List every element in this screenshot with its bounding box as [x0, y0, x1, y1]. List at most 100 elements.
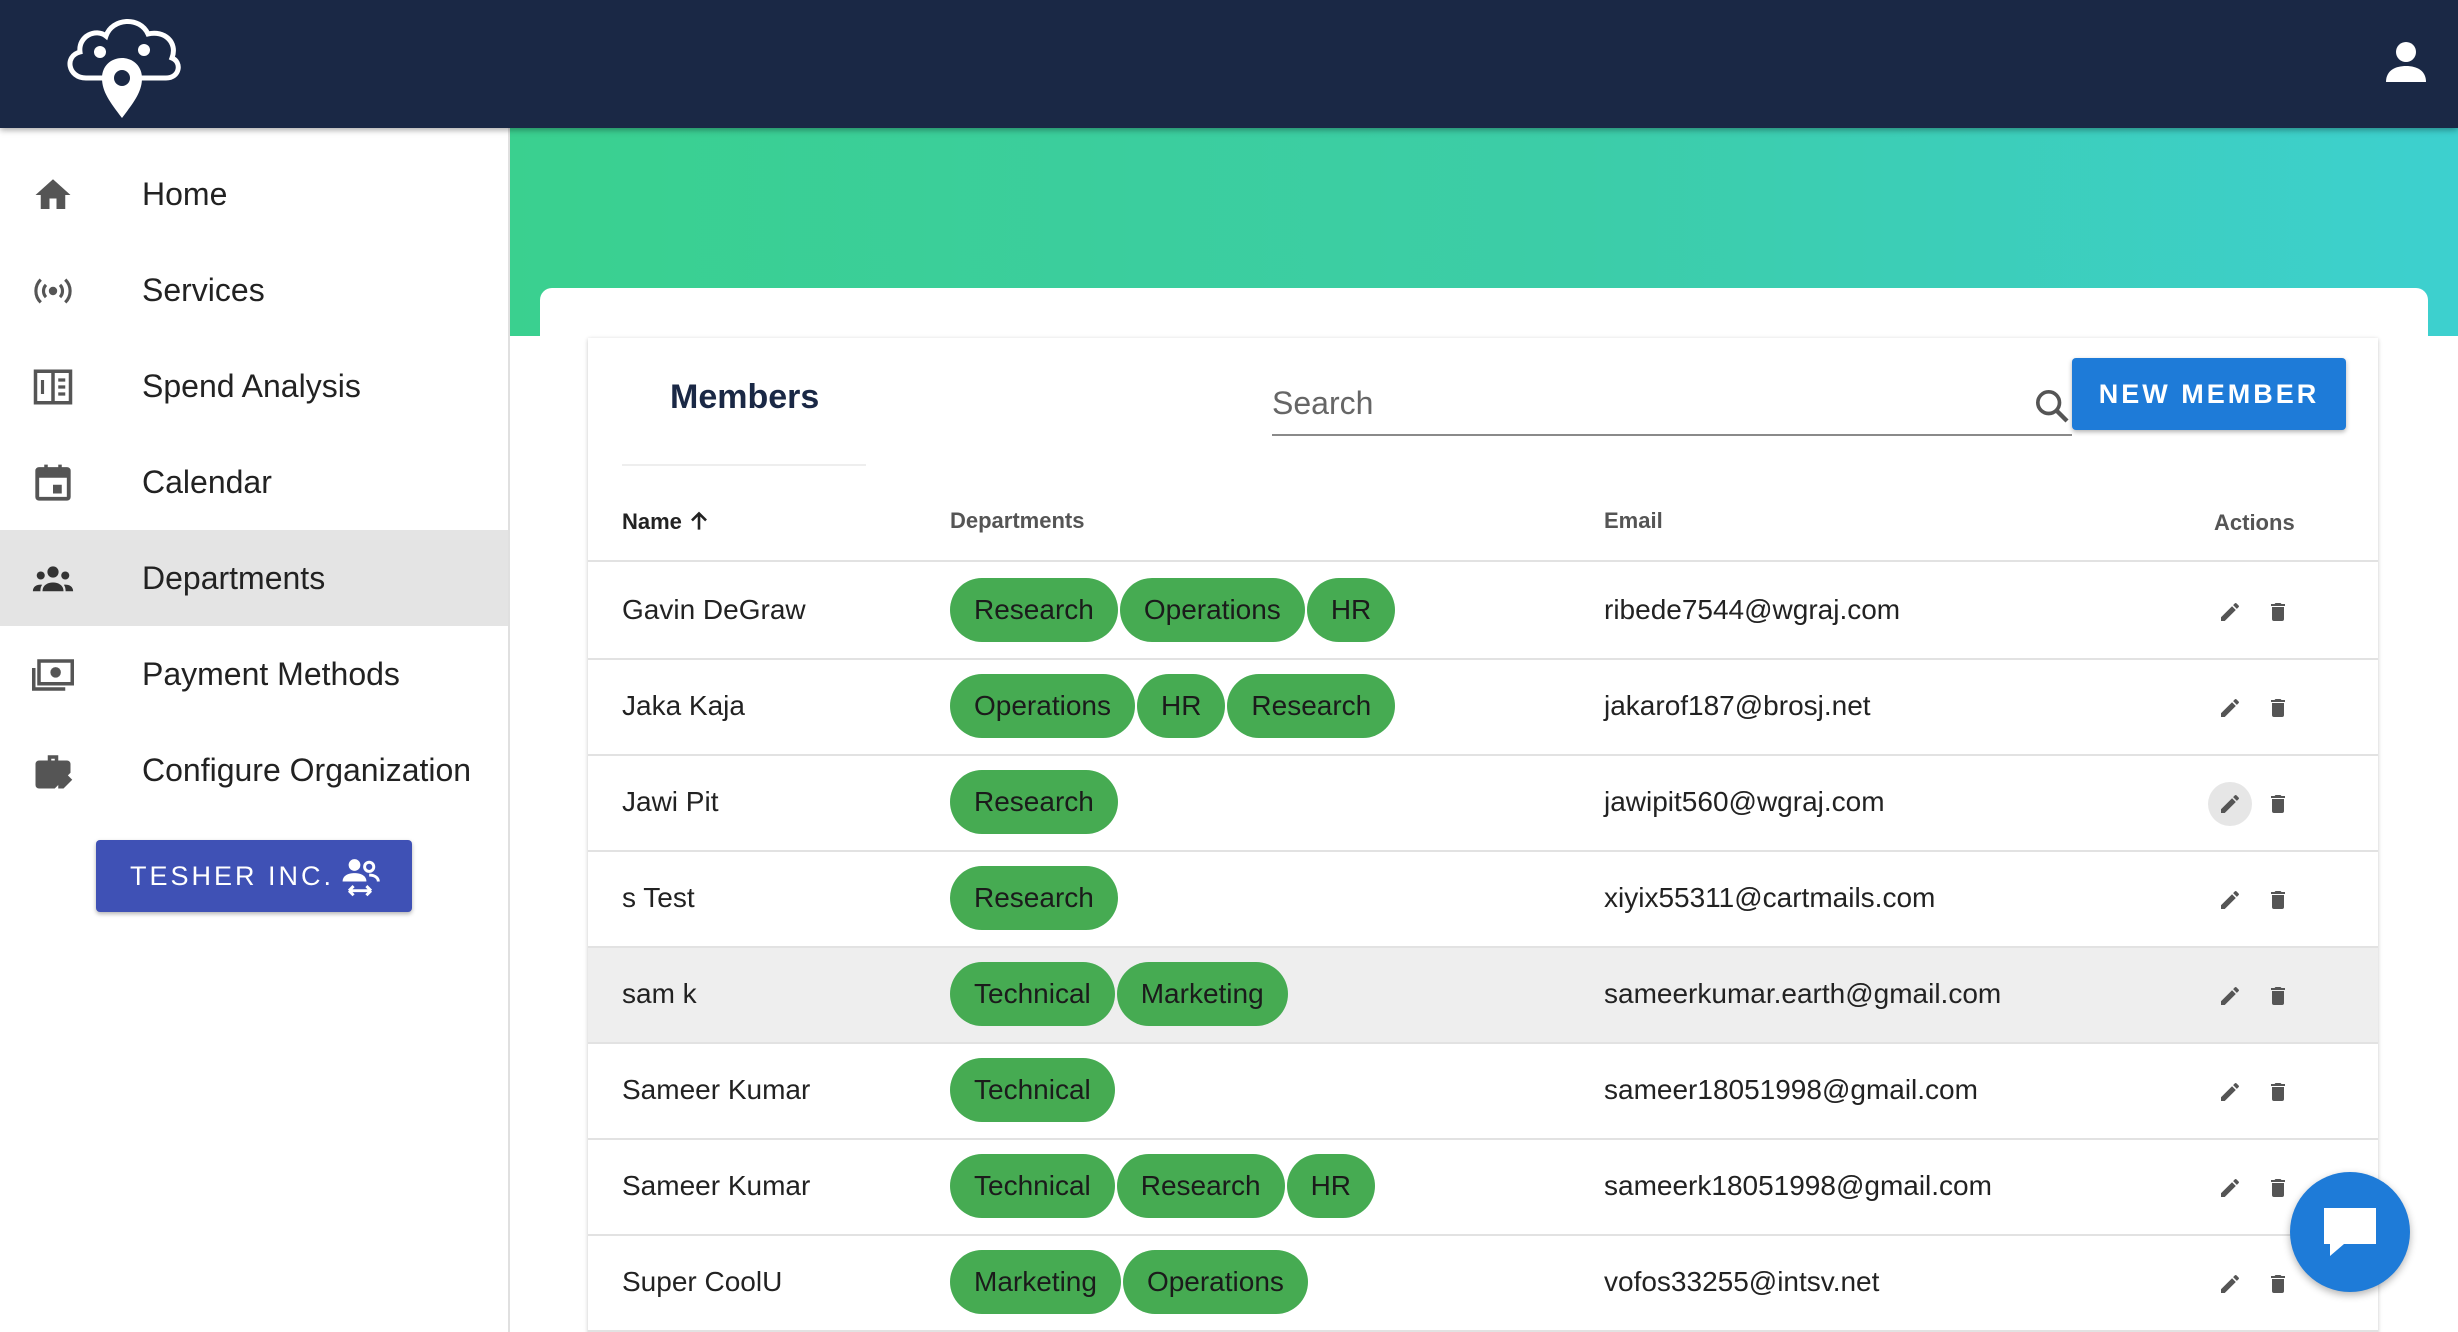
edit-icon[interactable] [2208, 782, 2252, 826]
column-header-departments[interactable]: Departments [950, 508, 1084, 534]
member-email: sameerkumar.earth@gmail.com [1604, 978, 2002, 1009]
cloud-location-logo[interactable] [58, 6, 186, 122]
department-chip: HR [1136, 674, 1226, 738]
department-chip: Operations [1122, 1250, 1308, 1314]
member-email: sameerk18051998@gmail.com [1604, 1170, 1992, 1201]
member-name: s Test [622, 882, 695, 913]
department-chips: Research Operations HR [950, 578, 1397, 642]
department-chip: Research [1116, 1154, 1285, 1218]
sidebar-item-services[interactable]: Services [0, 242, 508, 338]
member-name: sam k [622, 978, 697, 1009]
department-chip: Technical [950, 1154, 1115, 1218]
member-email: jawipit560@wgraj.com [1604, 786, 1885, 817]
department-chip: Research [1227, 674, 1396, 738]
edit-icon[interactable] [2208, 1262, 2252, 1306]
sidebar-item-payment-methods[interactable]: Payment Methods [0, 626, 508, 722]
title-divider [622, 464, 866, 466]
sidebar-item-departments[interactable]: Departments [0, 530, 508, 626]
member-name: Gavin DeGraw [622, 594, 806, 625]
department-chips: Technical Marketing [950, 962, 1290, 1026]
member-name: Sameer Kumar [622, 1074, 811, 1105]
column-header-name[interactable]: Name [622, 508, 712, 535]
organization-switch-button[interactable]: TESHER INC. [96, 840, 412, 912]
table-row[interactable]: Jaka Kaja Operations HR Research jakarof187@… [588, 660, 2378, 756]
search-icon[interactable] [2032, 386, 2072, 426]
department-chip: HR [1306, 578, 1396, 642]
delete-icon[interactable] [2256, 974, 2300, 1018]
table-row[interactable]: Super CoolU Marketing Operations vofos33255… [588, 1236, 2378, 1332]
search-input[interactable] [1272, 378, 1992, 428]
sidebar-item-label: Payment Methods [142, 655, 400, 692]
department-chips: Technical Research HR [950, 1154, 1377, 1218]
calendar-icon [35, 464, 71, 501]
sidebar-item-spend-analysis[interactable]: Spend Analysis [0, 338, 508, 434]
delete-icon[interactable] [2256, 878, 2300, 922]
member-email: jakarof187@brosj.net [1604, 690, 1871, 721]
search-field [1272, 368, 2072, 436]
sort-ascending-icon[interactable] [686, 508, 712, 534]
department-chip: Research [950, 866, 1118, 930]
department-chips: Marketing Operations [950, 1250, 1310, 1314]
people-icon [32, 566, 74, 592]
department-chips: Operations HR Research [950, 674, 1397, 738]
account-icon[interactable] [2382, 38, 2430, 86]
edit-icon[interactable] [2208, 1070, 2252, 1114]
member-email: ribede7544@wgraj.com [1604, 594, 1901, 625]
home-icon [35, 179, 71, 209]
department-chip: Technical [950, 962, 1115, 1026]
edit-icon[interactable] [2208, 1166, 2252, 1210]
department-chips: Research [950, 866, 1120, 930]
column-header-email[interactable]: Email [1604, 508, 1663, 534]
member-email: sameer18051998@gmail.com [1604, 1074, 1978, 1105]
sidebar-item-label: Services [142, 271, 265, 308]
organization-name: TESHER INC. [130, 860, 335, 891]
department-chip: Technical [950, 1058, 1115, 1122]
delete-icon[interactable] [2256, 1166, 2300, 1210]
delete-icon[interactable] [2256, 782, 2300, 826]
briefcase-edit-icon [35, 755, 73, 789]
table-row[interactable]: s Test Research xiyix55311@cartmails.com [588, 852, 2378, 948]
sidebar-item-home[interactable]: Home [0, 146, 508, 242]
department-chip: Marketing [950, 1250, 1121, 1314]
new-member-button[interactable]: NEW MEMBER [2072, 358, 2346, 430]
sidebar-item-configure-organization[interactable]: Configure Organization [0, 722, 508, 818]
delete-icon[interactable] [2256, 590, 2300, 634]
edit-icon[interactable] [2208, 686, 2252, 730]
sidebar-item-label: Configure Organization [142, 751, 472, 788]
table-row[interactable]: Jawi Pit Research jawipit560@wgraj.com [588, 756, 2378, 852]
broadcast-icon [34, 278, 72, 304]
delete-icon[interactable] [2256, 1262, 2300, 1306]
member-name: Jawi Pit [622, 786, 719, 817]
edit-icon[interactable] [2208, 974, 2252, 1018]
department-chip: Marketing [1116, 962, 1288, 1026]
department-chips: Research [950, 770, 1120, 834]
sidebar-item-calendar[interactable]: Calendar [0, 434, 508, 530]
calculator-icon [33, 369, 73, 405]
edit-icon[interactable] [2208, 590, 2252, 634]
table-header: Name Departments Email Actions [588, 478, 2378, 562]
top-app-bar [0, 0, 2458, 128]
delete-icon[interactable] [2256, 1070, 2300, 1114]
sidebar-item-label: Spend Analysis [142, 367, 361, 404]
department-chip: Operations [950, 674, 1135, 738]
edit-icon[interactable] [2208, 878, 2252, 922]
department-chip: HR [1286, 1154, 1376, 1218]
sidebar: Home Services Spend Analysis Calendar De… [0, 128, 510, 1332]
chat-icon [2324, 1208, 2376, 1256]
delete-icon[interactable] [2256, 686, 2300, 730]
department-chips: Technical [950, 1058, 1117, 1122]
table-row[interactable]: Sameer Kumar Technical Research HR sameerk18… [588, 1140, 2378, 1236]
table-row[interactable]: Gavin DeGraw Research Operations HR ribede75… [588, 564, 2378, 660]
member-email: vofos33255@intsv.net [1604, 1266, 1880, 1297]
table-row[interactable]: sam k Technical Marketing sameerkumar.earth… [588, 948, 2378, 1044]
table-row[interactable]: Sameer Kumar Technical sameer18051998@gmai… [588, 1044, 2378, 1140]
members-title: Members [670, 378, 820, 416]
chat-button[interactable] [2290, 1172, 2410, 1292]
department-chip: Research [950, 578, 1118, 642]
switch-users-icon [342, 859, 380, 897]
department-chip: Research [950, 770, 1118, 834]
sidebar-item-label: Departments [142, 559, 326, 596]
sidebar-item-label: Calendar [142, 463, 272, 500]
member-name: Sameer Kumar [622, 1170, 811, 1201]
member-name: Jaka Kaja [622, 690, 745, 721]
